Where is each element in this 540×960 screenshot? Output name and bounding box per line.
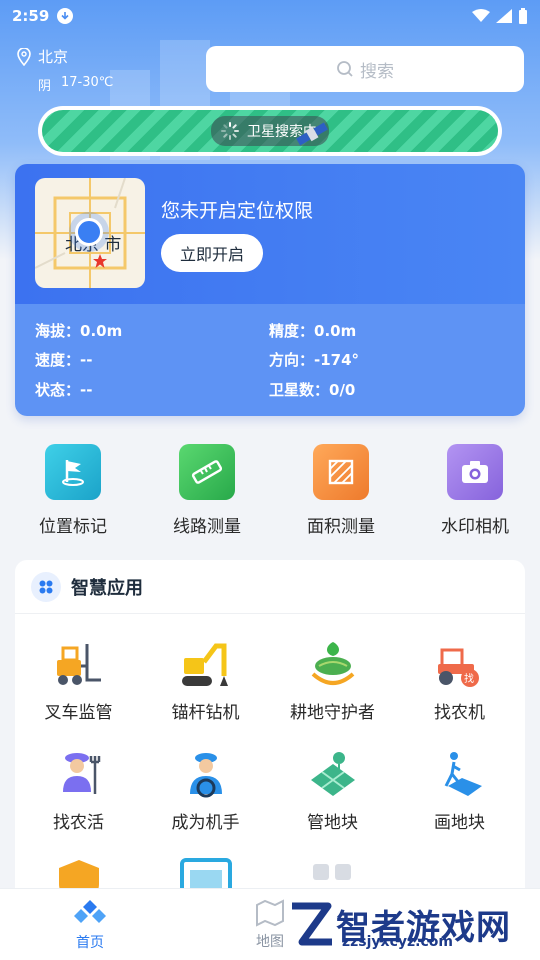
stat-label: 状态：	[35, 380, 81, 399]
apps-grid-icon	[31, 571, 61, 602]
stat-label: 速度：	[35, 351, 81, 370]
map-icon	[256, 898, 284, 927]
permission-title: 您未开启定位权限	[161, 200, 314, 222]
nav-label: 首页	[76, 934, 104, 951]
nav-home[interactable]: 首页	[0, 889, 180, 960]
flag-pin-icon	[45, 444, 101, 500]
driver-icon	[189, 753, 222, 798]
stat-value: 0.0m	[314, 322, 357, 340]
status-bar: 2:59	[0, 0, 540, 32]
satellite-search-bar: 卫星搜索中	[38, 106, 502, 156]
smart-apps-title: 智慧应用	[71, 577, 143, 599]
location-pin-icon	[17, 47, 31, 66]
area-icon	[313, 444, 369, 500]
stat-label: 卫星数：	[269, 380, 330, 399]
stat-accuracy: 精度：0.0m	[269, 320, 503, 341]
tool-location-mark[interactable]: 位置标记	[8, 444, 138, 537]
app-label: 找农活	[53, 813, 104, 833]
site-watermark: 智者游戏网 zzsjyxcyz.com	[288, 888, 540, 960]
tool-area-measure[interactable]: 面积测量	[276, 444, 406, 537]
star-marker-icon	[93, 254, 107, 268]
tool-label: 水印相机	[441, 517, 509, 537]
app-forklift[interactable]: 叉车监管	[15, 636, 142, 746]
svg-text:找: 找	[464, 672, 474, 685]
signal-icon	[496, 9, 512, 23]
location-dot-icon	[75, 218, 103, 246]
stat-label: 海拔：	[35, 322, 81, 340]
status-time: 2:59	[12, 7, 50, 25]
stat-label: 方向：	[269, 351, 315, 370]
smart-apps-header: 智慧应用	[15, 560, 525, 614]
tool-label: 线路测量	[173, 517, 241, 537]
tool-watermark-camera[interactable]: 水印相机	[410, 444, 540, 537]
stat-status: 状态：--	[35, 379, 269, 400]
farmer-icon	[62, 753, 100, 794]
location-stats: 海拔：0.0m 精度：0.0m 速度：-- 方向：-174° 状态：-- 卫星数…	[15, 304, 525, 416]
stat-altitude: 海拔：0.0m	[35, 320, 269, 341]
ruler-icon	[179, 444, 235, 500]
temperature-range: 17-30℃	[61, 75, 114, 90]
location-card: 北京 市 您未开启定位权限 立即开启 海拔：0.0m 精度：0.0m 速度：--…	[15, 164, 525, 416]
farmland-guard-icon	[311, 642, 354, 685]
field-manage-icon	[310, 752, 355, 796]
app-drill-rig[interactable]: 锚杆钻机	[142, 636, 269, 746]
app-label: 管地块	[307, 813, 358, 833]
map-thumbnail[interactable]: 北京 市	[35, 178, 145, 288]
stat-value: --	[80, 380, 93, 399]
app-manage-plots[interactable]: 管地块	[269, 746, 396, 856]
enable-location-button[interactable]: 立即开启	[161, 234, 263, 272]
smart-apps-panel: 智慧应用 叉车监管 锚杆钻机 耕地守护者 找 找农机 找农活 成为机手 管地块 …	[15, 560, 525, 920]
drill-rig-icon	[181, 643, 228, 686]
app-find-farm-work[interactable]: 找农活	[15, 746, 142, 856]
search-icon	[337, 61, 353, 77]
app-label: 叉车监管	[44, 703, 113, 723]
stat-value: -174°	[314, 351, 360, 370]
search-placeholder: 搜索	[360, 61, 394, 82]
app-draw-plots[interactable]: 画地块	[396, 746, 523, 856]
watermark-url: zzsjyxcyz.com	[342, 934, 453, 950]
tool-route-measure[interactable]: 线路测量	[142, 444, 272, 537]
search-input[interactable]: 搜索	[206, 46, 524, 92]
app-label: 找农机	[434, 703, 485, 723]
tools-row: 位置标记 线路测量 面积测量 水印相机	[0, 444, 540, 537]
app-label: 锚杆钻机	[171, 703, 240, 723]
loading-spinner-icon	[221, 122, 239, 140]
battery-icon	[519, 8, 527, 24]
app-label: 成为机手	[171, 813, 240, 833]
stat-speed: 速度：--	[35, 349, 269, 370]
stat-value: 0/0	[329, 380, 356, 399]
tool-label: 位置标记	[39, 517, 107, 537]
city-name: 北京	[38, 48, 69, 66]
app-farmland-guard[interactable]: 耕地守护者	[269, 636, 396, 746]
stat-label: 精度：	[269, 322, 315, 340]
app-become-operator[interactable]: 成为机手	[142, 746, 269, 856]
app-label: 画地块	[434, 813, 485, 833]
watermark-logo-icon	[292, 902, 332, 946]
stat-value: 0.0m	[80, 322, 123, 340]
satellite-icon	[296, 122, 328, 146]
forklift-icon	[56, 644, 101, 685]
home-diamond-icon	[74, 899, 106, 923]
stat-direction: 方向：-174°	[269, 349, 503, 370]
tractor-icon: 找	[437, 648, 479, 687]
app-find-machinery[interactable]: 找 找农机	[396, 636, 523, 746]
wifi-icon	[472, 9, 490, 22]
stat-satellites: 卫星数：0/0	[269, 379, 503, 400]
tool-label: 面积测量	[307, 517, 375, 537]
app-label: 耕地守护者	[290, 703, 375, 723]
camera-icon	[447, 444, 503, 500]
stat-value: --	[80, 351, 93, 370]
field-draw-icon	[444, 752, 482, 796]
location-weather[interactable]: 北京 阴 17-30℃	[16, 46, 113, 94]
nav-label: 地图	[256, 933, 284, 950]
weather-condition: 阴	[38, 79, 52, 94]
download-icon	[57, 8, 74, 24]
